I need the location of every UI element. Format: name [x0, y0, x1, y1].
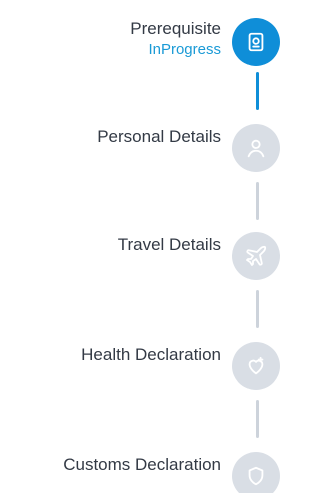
step-travel-details[interactable]: Travel Details — [0, 230, 281, 290]
heart-plus-icon — [245, 355, 267, 377]
user-icon — [245, 137, 267, 159]
connector-line — [256, 182, 259, 220]
step-label: Prerequisite — [130, 19, 221, 38]
shield-icon — [245, 465, 267, 487]
step-status: InProgress — [148, 41, 221, 58]
step-text: Prerequisite InProgress — [130, 18, 221, 59]
passport-icon — [245, 31, 267, 53]
connector-line — [256, 290, 259, 328]
step-customs-declaration[interactable]: Customs Declaration — [0, 450, 281, 493]
airplane-icon — [244, 244, 268, 268]
connector-line — [256, 400, 259, 438]
step-circle[interactable] — [232, 124, 280, 172]
step-circle[interactable] — [232, 232, 280, 280]
step-label: Customs Declaration — [63, 455, 221, 474]
step-health-declaration[interactable]: Health Declaration — [0, 340, 281, 400]
connector-line — [256, 72, 259, 110]
step-personal-details[interactable]: Personal Details — [0, 122, 281, 182]
step-label: Health Declaration — [81, 345, 221, 364]
step-circle[interactable] — [232, 342, 280, 390]
step-label: Travel Details — [117, 235, 221, 254]
step-text: Personal Details — [97, 126, 221, 148]
step-text: Customs Declaration — [63, 454, 221, 476]
step-text: Travel Details — [118, 234, 221, 256]
step-circle[interactable] — [232, 452, 280, 493]
step-circle-active[interactable] — [232, 18, 280, 66]
progress-stepper: Prerequisite InProgress Personal Details — [0, 0, 281, 493]
step-label: Personal Details — [97, 127, 221, 146]
step-text: Health Declaration — [81, 344, 221, 366]
step-prerequisite[interactable]: Prerequisite InProgress — [0, 12, 281, 72]
